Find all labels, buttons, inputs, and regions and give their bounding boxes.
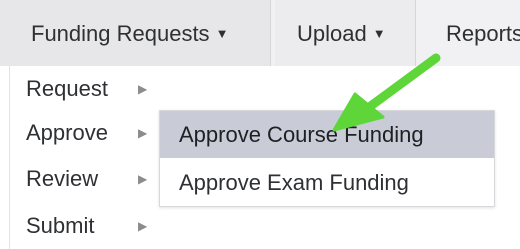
dropdown-item-approve[interactable]: Approve ▶ (10, 110, 162, 156)
submenu-item-label: Approve Exam Funding (179, 170, 409, 195)
caret-right-icon: ▶ (138, 172, 148, 186)
funding-requests-dropdown: Request ▶ Approve ▶ Review ▶ Submit ▶ (9, 66, 162, 249)
caret-down-icon: ▼ (215, 26, 229, 41)
menu-reports-label: Reports (446, 21, 520, 46)
submenu-item-label: Approve Course Funding (179, 122, 424, 147)
dropdown-item-label: Approve (26, 120, 108, 145)
approve-submenu: Approve Course Funding Approve Exam Fund… (159, 110, 495, 207)
dropdown-item-submit[interactable]: Submit ▶ (10, 203, 162, 249)
menu-funding-requests-label: Funding Requests (31, 21, 210, 46)
caret-right-icon: ▶ (138, 82, 148, 96)
dropdown-item-request[interactable]: Request ▶ (10, 66, 162, 112)
caret-down-icon: ▼ (372, 26, 386, 41)
menu-reports[interactable]: Reports (416, 0, 520, 66)
menu-funding-requests[interactable]: Funding Requests ▼ (0, 0, 270, 66)
submenu-item-approve-course-funding[interactable]: Approve Course Funding (160, 111, 494, 158)
dropdown-item-review[interactable]: Review ▶ (10, 156, 162, 202)
dropdown-item-label: Request (26, 76, 108, 101)
menu-upload-label: Upload (297, 21, 367, 46)
dropdown-item-label: Submit (26, 213, 95, 238)
menu-upload[interactable]: Upload ▼ (275, 0, 415, 66)
submenu-item-approve-exam-funding[interactable]: Approve Exam Funding (160, 159, 494, 206)
dropdown-item-label: Review (26, 166, 99, 191)
caret-right-icon: ▶ (138, 219, 148, 233)
caret-right-icon: ▶ (138, 126, 148, 140)
menubar-divider (270, 0, 271, 66)
top-menu-bar: Funding Requests ▼ Upload ▼ Reports (0, 0, 520, 66)
